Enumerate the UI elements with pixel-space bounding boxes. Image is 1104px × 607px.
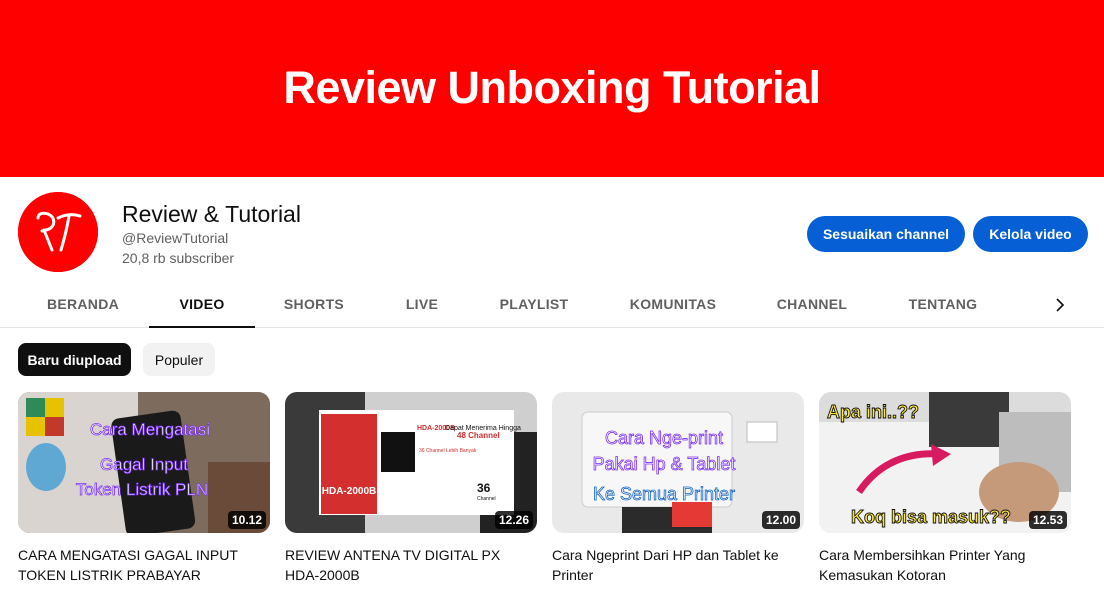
video-duration: 12.26 <box>494 511 533 529</box>
tab-beranda[interactable]: BERANDA <box>18 287 148 327</box>
avatar-text: RT <box>18 192 20 193</box>
customize-channel-button[interactable]: Sesuaikan channel <box>807 216 965 252</box>
chevron-right-icon[interactable] <box>1046 291 1074 319</box>
video-meta <box>819 591 1071 607</box>
overlay-text: Token Listrik PLN <box>76 480 208 499</box>
video-duration: 12.00 <box>761 511 800 529</box>
video-title[interactable]: REVIEW ANTENA TV DIGITAL PX HDA-2000B <box>285 545 537 585</box>
video-thumbnail[interactable]: Cara Nge-print Pakai Hp & Tablet Ke Semu… <box>552 392 804 533</box>
overlay-text: Apa ini..?? <box>827 402 919 422</box>
banner-title: Review Unboxing Tutorial <box>283 61 821 113</box>
rt-logo-icon: RT <box>18 192 98 272</box>
channel-header: RT Review & Tutorial @ReviewTutorial 20,… <box>0 177 1104 287</box>
filter-chip-latest[interactable]: Baru diupload <box>18 343 131 376</box>
video-thumbnail[interactable]: Apa ini..?? Koq bisa masuk?? 12.53 <box>819 392 1071 533</box>
video-meta <box>552 591 804 607</box>
video-card[interactable]: Cara Nge-print Pakai Hp & Tablet Ke Semu… <box>552 392 804 607</box>
video-title[interactable]: CARA MENGATASI GAGAL INPUT TOKEN LISTRIK… <box>18 545 270 585</box>
overlay-text: Pakai Hp & Tablet <box>593 454 736 474</box>
channel-handle: @ReviewTutorial <box>122 230 229 246</box>
filter-chip-popular[interactable]: Populer <box>143 343 215 376</box>
overlay-text: Ke Semua Printer <box>593 484 735 504</box>
overlay-text: Cara Nge-print <box>605 428 723 448</box>
subscriber-count: 20,8 rb subscriber <box>122 250 235 266</box>
video-card[interactable]: HDA-2000B HDA-2000B Dapat Menerima Hingg… <box>285 392 537 607</box>
video-meta <box>285 591 537 607</box>
channel-avatar[interactable]: RT <box>18 192 98 272</box>
overlay-text: 48 Channel <box>457 431 500 440</box>
channel-banner: Review Unboxing Tutorial <box>0 0 1104 177</box>
tab-live[interactable]: LIVE <box>378 287 466 327</box>
video-thumbnail[interactable]: HDA-2000B HDA-2000B Dapat Menerima Hingg… <box>285 392 537 533</box>
manage-videos-button[interactable]: Kelola video <box>973 216 1088 252</box>
video-title[interactable]: Cara Ngeprint Dari HP dan Tablet ke Prin… <box>552 545 804 585</box>
overlay-text: Gagal Input <box>100 455 188 474</box>
video-thumbnail[interactable]: Cara Mengatasi Gagal Input Token Listrik… <box>18 392 270 533</box>
tab-channel[interactable]: CHANNEL <box>757 287 867 327</box>
overlay-text: 36 <box>477 481 491 495</box>
channel-name: Review & Tutorial <box>122 201 301 227</box>
overlay-text: Channel <box>477 496 496 502</box>
overlay-text: 36 Channel Lebih Banyak <box>419 448 477 454</box>
video-card[interactable]: Apa ini..?? Koq bisa masuk?? 12.53 Cara … <box>819 392 1071 607</box>
tab-playlist[interactable]: PLAYLIST <box>479 287 589 327</box>
tab-tentang[interactable]: TENTANG <box>889 287 997 327</box>
tab-shorts[interactable]: SHORTS <box>263 287 365 327</box>
video-duration: 10.12 <box>227 511 266 529</box>
overlay-text: Cara Mengatasi <box>90 420 210 439</box>
overlay-text: HDA-2000B <box>322 486 376 497</box>
overlay-text: Koq bisa masuk?? <box>851 507 1011 527</box>
tab-video[interactable]: VIDEO <box>149 287 255 328</box>
video-meta <box>18 591 270 607</box>
video-duration: 12.53 <box>1028 511 1067 529</box>
video-title[interactable]: Cara Membersihkan Printer Yang Kemasukan… <box>819 545 1071 585</box>
tab-komunitas[interactable]: KOMUNITAS <box>612 287 734 327</box>
channel-tabs: BERANDA VIDEO SHORTS LIVE PLAYLIST KOMUN… <box>0 287 1104 328</box>
video-card[interactable]: Cara Mengatasi Gagal Input Token Listrik… <box>18 392 270 607</box>
